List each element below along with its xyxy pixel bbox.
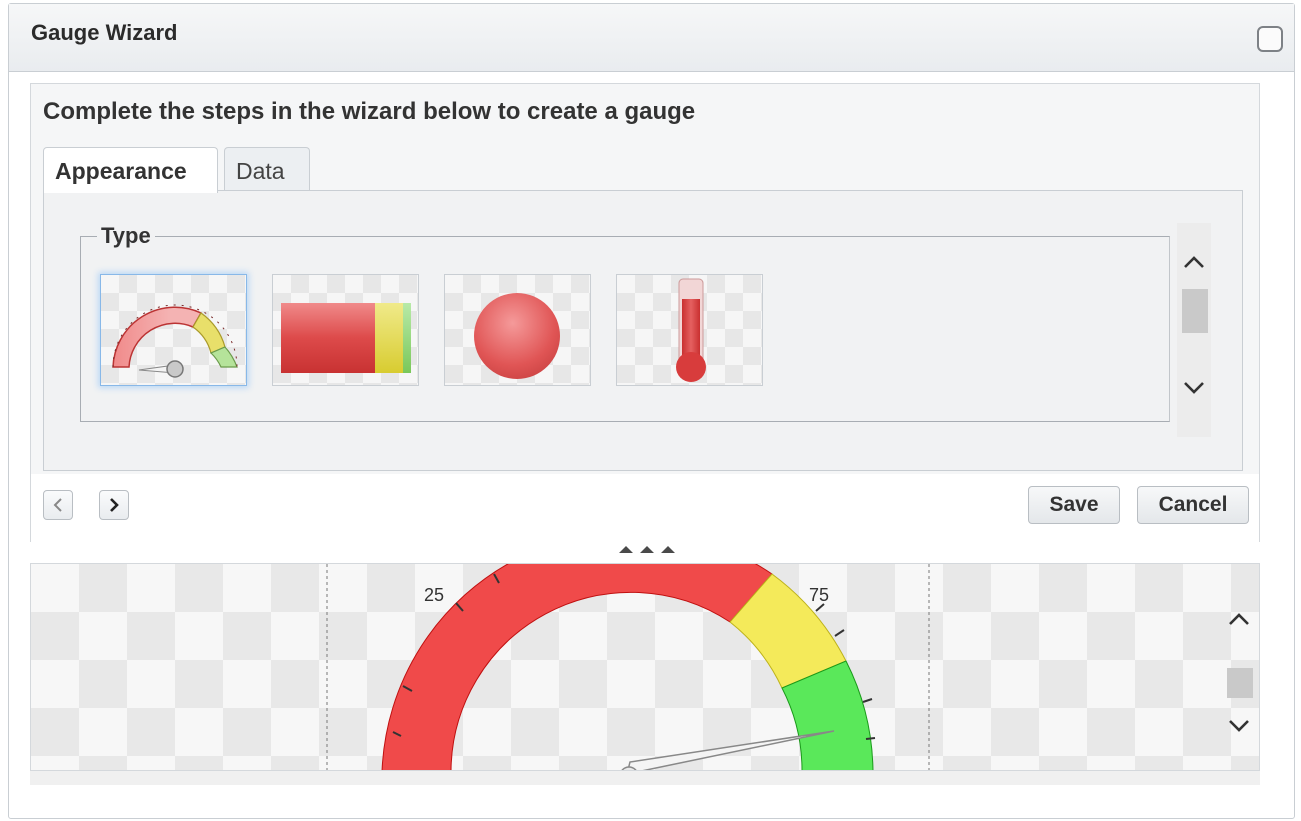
type-legend: Type — [97, 223, 155, 249]
splitter-handle[interactable] — [612, 542, 682, 556]
scroll-down-arrow[interactable] — [1177, 370, 1211, 404]
preview-footer — [30, 771, 1260, 785]
maximize-button[interactable] — [1257, 26, 1283, 52]
save-button[interactable]: Save — [1028, 486, 1120, 524]
preview-scroll-thumb[interactable] — [1227, 668, 1253, 698]
type-option-linear-bar-gauge[interactable] — [272, 274, 419, 386]
scroll-up-arrow[interactable] — [1177, 245, 1211, 279]
chevron-left-icon — [53, 498, 62, 512]
cancel-button[interactable]: Cancel — [1137, 486, 1249, 524]
appearance-tab-content: Type — [43, 190, 1243, 471]
previous-step-button[interactable] — [43, 490, 73, 520]
chevron-up-icon — [1184, 256, 1204, 268]
triangle-up-icons — [619, 546, 675, 553]
chevron-up-icon — [1229, 613, 1249, 625]
dialog-title: Gauge Wizard — [31, 20, 178, 45]
wizard-instructions: Complete the steps in the wizard below t… — [43, 98, 696, 125]
type-option-radial-gauge[interactable] — [100, 274, 247, 386]
preview-scroll-down-arrow[interactable] — [1222, 708, 1256, 742]
type-fieldset: Type — [80, 223, 1170, 422]
wizard-panel: Complete the steps in the wizard below t… — [30, 83, 1260, 542]
tick-label-25: 25 — [424, 585, 444, 605]
chevron-right-icon — [110, 498, 119, 512]
chevron-down-icon — [1184, 382, 1204, 394]
tab-appearance[interactable]: Appearance — [43, 147, 218, 193]
circle-indicator-icon — [474, 293, 560, 379]
next-step-button[interactable] — [99, 490, 129, 520]
linear-bar-gauge-icon — [281, 303, 411, 373]
type-option-thermometer-gauge[interactable] — [616, 274, 763, 386]
type-option-circle-indicator[interactable] — [444, 274, 591, 386]
chevron-down-icon — [1229, 720, 1249, 732]
tab-data[interactable]: Data — [224, 147, 310, 191]
preview-scroll-up-arrow[interactable] — [1222, 602, 1256, 636]
tick-label-75: 75 — [809, 585, 829, 605]
thermometer-gauge-icon — [676, 278, 706, 382]
dialog-titlebar[interactable]: Gauge Wizard — [9, 4, 1294, 72]
scroll-thumb[interactable] — [1182, 289, 1208, 333]
preview-scrollbar[interactable] — [1222, 602, 1256, 742]
type-scrollbar[interactable] — [1177, 223, 1211, 437]
radial-gauge-preview: 25 75 — [326, 564, 930, 770]
wizard-footer: Save Cancel — [31, 474, 1259, 542]
radial-gauge-icon — [112, 304, 238, 378]
gauge-preview-panel: 25 75 — [30, 563, 1260, 771]
